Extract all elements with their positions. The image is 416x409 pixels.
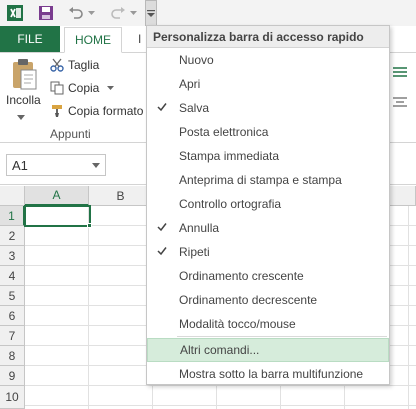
- menu-item-sort-descending[interactable]: Ordinamento decrescente: [147, 288, 389, 312]
- chevron-down-icon: [87, 11, 95, 15]
- name-box-value: A1: [12, 157, 28, 173]
- menu-separator: [177, 336, 387, 337]
- row-header-3[interactable]: 3: [0, 246, 25, 266]
- tab-home[interactable]: HOME: [64, 27, 122, 53]
- active-cell-a1[interactable]: [24, 205, 91, 227]
- copy-button[interactable]: Copia: [50, 79, 118, 97]
- customize-dropdown-icon: [147, 10, 155, 17]
- menu-item-open[interactable]: Apri: [147, 72, 389, 96]
- tab-insert-partial[interactable]: I: [138, 32, 141, 46]
- menu-item-quick-print[interactable]: Stampa immediata: [147, 144, 389, 168]
- align-center-icon[interactable]: [393, 96, 407, 107]
- column-header-a[interactable]: A: [25, 186, 89, 206]
- row-header-4[interactable]: 4: [0, 266, 25, 286]
- customize-qat-dropdown[interactable]: [145, 0, 157, 26]
- chevron-down-icon[interactable]: [92, 163, 100, 168]
- row-header-6[interactable]: 6: [0, 306, 25, 326]
- save-icon: [39, 6, 53, 20]
- format-painter-button[interactable]: Copia formato: [50, 102, 143, 120]
- cut-button[interactable]: Taglia: [50, 56, 99, 74]
- chevron-down-icon[interactable]: [107, 86, 115, 90]
- tab-file[interactable]: FILE: [0, 26, 60, 52]
- row-header-7[interactable]: 7: [0, 326, 25, 346]
- row-header-8[interactable]: 8: [0, 346, 25, 366]
- check-icon: [157, 103, 167, 112]
- menu-item-sort-ascending[interactable]: Ordinamento crescente: [147, 264, 389, 288]
- menu-item-new[interactable]: Nuovo: [147, 48, 389, 72]
- fill-handle[interactable]: [87, 223, 92, 228]
- scissors-icon: [50, 58, 64, 72]
- align-top-icon[interactable]: [393, 66, 407, 77]
- quick-access-toolbar: [0, 0, 416, 26]
- menu-item-spelling[interactable]: Controllo ortografia: [147, 192, 389, 216]
- undo-icon: [69, 7, 83, 19]
- menu-item-show-below-ribbon[interactable]: Mostra sotto la barra multifunzione: [147, 362, 389, 386]
- menu-item-redo[interactable]: Ripeti: [147, 240, 389, 264]
- redo-dropdown[interactable]: [128, 3, 138, 23]
- copy-icon: [50, 81, 64, 95]
- row-header-1[interactable]: 1: [0, 206, 25, 226]
- menu-item-email[interactable]: Posta elettronica: [147, 120, 389, 144]
- name-box[interactable]: A1: [6, 154, 106, 176]
- row-header-10[interactable]: 10: [0, 386, 25, 409]
- check-icon: [157, 223, 167, 232]
- row-header-2[interactable]: 2: [0, 226, 25, 246]
- menu-item-print-preview[interactable]: Anteprima di stampa e stampa: [147, 168, 389, 192]
- menu-item-save[interactable]: Salva: [147, 96, 389, 120]
- check-icon: [157, 247, 167, 256]
- paste-icon[interactable]: [10, 58, 38, 92]
- save-button[interactable]: [36, 3, 56, 23]
- row-header-5[interactable]: 5: [0, 286, 25, 306]
- copy-label: Copia: [68, 81, 100, 95]
- menu-item-undo[interactable]: Annulla: [147, 216, 389, 240]
- menu-item-more-commands[interactable]: Altri comandi...: [147, 338, 389, 362]
- undo-dropdown[interactable]: [86, 3, 96, 23]
- select-all-corner[interactable]: [0, 186, 25, 206]
- cut-label: Taglia: [68, 58, 100, 72]
- column-header-b[interactable]: B: [89, 186, 153, 206]
- chevron-down-icon: [129, 11, 137, 15]
- customize-qat-menu: Personalizza barra di accesso rapido Nuo…: [146, 25, 390, 385]
- excel-icon: [6, 3, 24, 23]
- redo-button[interactable]: [108, 3, 128, 23]
- row-header-9[interactable]: 9: [0, 366, 25, 386]
- redo-icon: [111, 7, 125, 19]
- format-painter-label: Copia formato: [68, 104, 144, 118]
- paste-button[interactable]: Incolla: [6, 93, 41, 107]
- menu-item-touch-mode[interactable]: Modalità tocco/mouse: [147, 312, 389, 336]
- group-label-clipboard: Appunti: [50, 127, 91, 141]
- chevron-down-icon[interactable]: [17, 109, 25, 120]
- menu-title: Personalizza barra di accesso rapido: [147, 26, 389, 48]
- paintbrush-icon: [52, 105, 62, 117]
- undo-button[interactable]: [66, 3, 86, 23]
